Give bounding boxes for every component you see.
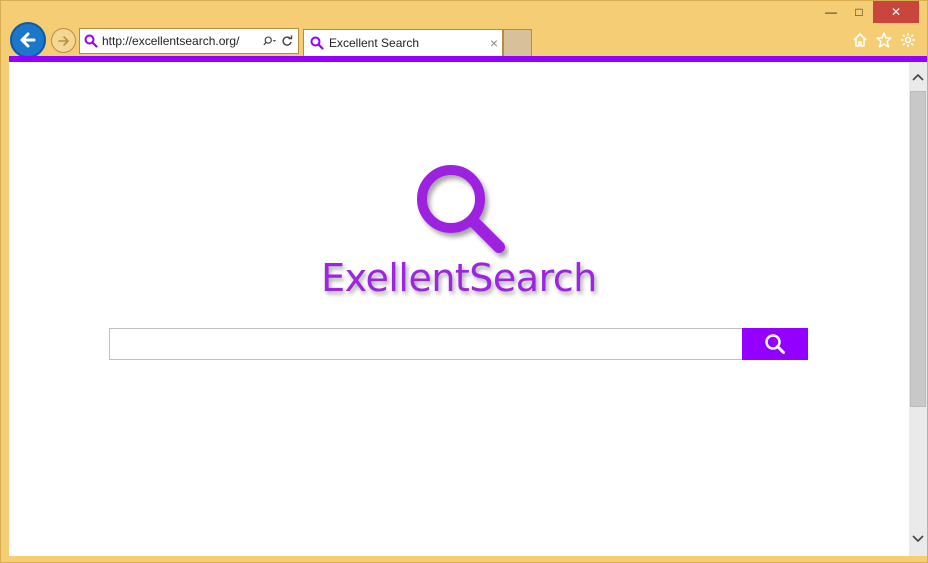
close-window-button[interactable]: ✕ <box>873 1 919 23</box>
search-button[interactable] <box>742 328 808 360</box>
browser-window: — □ ✕ http://excellentsearch.org/ Excell… <box>0 0 928 563</box>
search-input[interactable] <box>109 328 742 360</box>
window-controls: — □ ✕ <box>817 1 919 23</box>
vertical-scrollbar[interactable] <box>909 62 927 556</box>
tab-close-icon[interactable]: × <box>486 35 502 51</box>
logo-magnifier-icon <box>417 165 505 253</box>
back-button[interactable] <box>10 22 46 58</box>
scroll-up-icon[interactable] <box>909 68 927 86</box>
forward-arrow-icon <box>57 35 69 46</box>
address-bar[interactable]: http://excellentsearch.org/ <box>79 28 299 54</box>
back-arrow-icon <box>20 32 36 48</box>
forward-button[interactable] <box>51 28 76 53</box>
new-tab-button[interactable] <box>503 29 532 56</box>
scroll-thumb[interactable] <box>910 91 926 407</box>
tab-excellent-search[interactable]: Excellent Search × <box>303 29 503 56</box>
maximize-button[interactable]: □ <box>845 1 873 23</box>
home-icon[interactable] <box>851 31 869 49</box>
scroll-down-icon[interactable] <box>909 530 927 548</box>
browser-toolbar-icons <box>851 31 917 49</box>
settings-gear-icon[interactable] <box>899 31 917 49</box>
refresh-icon[interactable] <box>280 34 294 48</box>
minimize-button[interactable]: — <box>817 1 845 23</box>
url-text[interactable]: http://excellentsearch.org/ <box>102 34 263 48</box>
tab-favicon-icon <box>310 36 324 50</box>
favorites-star-icon[interactable] <box>875 31 893 49</box>
tab-title: Excellent Search <box>329 36 420 50</box>
logo-text: ExellentSearch <box>321 256 597 300</box>
search-favicon <box>80 34 102 48</box>
magnifier-icon <box>765 334 785 354</box>
page-viewport: ExellentSearch <box>9 56 927 556</box>
search-form <box>109 328 808 360</box>
search-dropdown-icon[interactable] <box>263 34 277 48</box>
